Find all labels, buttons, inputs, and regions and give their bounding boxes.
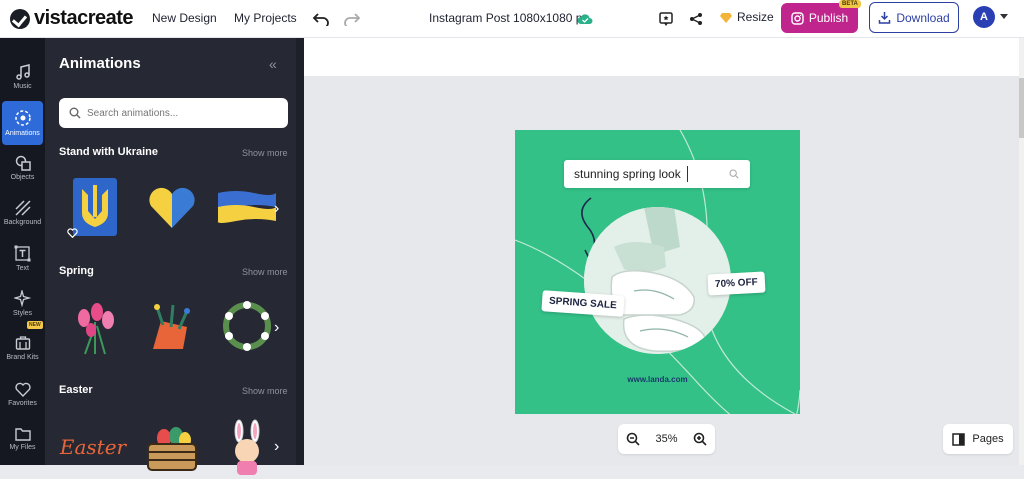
canvas-scrollbar-thumb[interactable] (1019, 78, 1024, 138)
canvas-toolbar-strip (304, 38, 1021, 76)
left-rail: Music Animations Objects Background Text… (0, 38, 45, 465)
rail-item-text[interactable]: Text (0, 236, 45, 280)
feedback-icon[interactable] (656, 9, 676, 29)
cloud-saved-icon (575, 9, 595, 29)
download-button[interactable]: Download (869, 2, 959, 33)
music-note-icon (15, 64, 30, 80)
animation-icon (14, 110, 31, 126)
panel-scrollbar[interactable] (296, 38, 304, 465)
zoom-in-icon[interactable] (693, 432, 707, 446)
rail-item-favorites[interactable]: Favorites (0, 372, 45, 416)
thumb-easter-bunny[interactable] (217, 415, 277, 479)
pages-button[interactable]: Pages (943, 424, 1013, 454)
rail-label-text: Text (16, 264, 29, 272)
thumb-ukraine-flag[interactable] (216, 175, 276, 239)
share-icon[interactable] (686, 9, 706, 29)
rail-item-styles[interactable]: Styles (0, 281, 45, 325)
next-arrow-ukraine-icon[interactable]: › (274, 200, 279, 218)
artboard-search-bar[interactable]: stunning spring look (564, 160, 750, 188)
thumb-easter-basket[interactable] (142, 415, 202, 479)
resize-label: Resize (737, 10, 774, 24)
rail-label-background: Background (3, 219, 42, 226)
zoom-out-icon[interactable] (626, 432, 640, 446)
animation-search[interactable] (59, 98, 288, 128)
panel-title: Animations (59, 55, 141, 72)
search-icon (69, 107, 81, 119)
rail-item-background[interactable]: Background (0, 191, 45, 235)
artboard[interactable]: stunning spring look SPRING SALE 70% OFF… (515, 130, 800, 414)
download-icon (879, 12, 891, 24)
artboard-search-icon (729, 169, 739, 179)
rail-label-objects: Objects (10, 174, 35, 181)
easter-lettering-text: Easter (59, 435, 127, 459)
next-arrow-easter-icon[interactable]: › (274, 438, 279, 456)
section-title-easter: Easter (59, 384, 93, 396)
rail-label-music: Music (13, 83, 32, 90)
rail-item-music[interactable]: Music (0, 55, 45, 99)
next-arrow-spring-icon[interactable]: › (274, 319, 279, 337)
instagram-icon (791, 11, 804, 25)
background-icon (14, 200, 31, 216)
zoom-control: 35% (618, 424, 715, 454)
rail-item-animations[interactable]: Animations (2, 101, 43, 145)
rail-label-favorites: Favorites (8, 399, 37, 407)
thumb-spring-tulips[interactable] (65, 294, 125, 358)
diamond-icon (720, 12, 732, 23)
discount-tag[interactable]: 70% OFF (707, 271, 766, 296)
download-label: Download (896, 10, 950, 25)
artboard-url[interactable]: www.landa.com (515, 375, 800, 384)
logo-text: vistacreate (34, 7, 134, 29)
new-design-link[interactable]: New Design (152, 11, 217, 25)
top-bar: vistacreate New Design My Projects Insta… (0, 0, 1024, 38)
avatar[interactable]: A (973, 6, 995, 28)
heart-icon (14, 382, 31, 397)
rail-label-styles: Styles (12, 309, 33, 317)
text-cursor (686, 166, 688, 182)
section-title-spring: Spring (59, 265, 94, 277)
folder-icon (14, 428, 31, 441)
animations-panel: Animations « Stand with Ukraine Show mor… (45, 38, 304, 475)
logo-mark-icon (10, 8, 30, 29)
publish-label: Publish (808, 11, 849, 25)
rail-label-my-files: My Files (9, 444, 36, 451)
zoom-level[interactable]: 35% (655, 433, 677, 445)
canvas-scrollbar[interactable] (1019, 38, 1024, 465)
artboard-search-text: stunning spring look (574, 167, 681, 181)
rail-item-my-files[interactable]: My Files (0, 417, 45, 461)
search-input[interactable] (87, 107, 277, 119)
pages-panel-icon (952, 432, 966, 446)
thumb-ukraine-heart[interactable] (142, 175, 202, 239)
beta-badge: BETA (839, 0, 861, 8)
account-menu-caret-icon[interactable] (1000, 14, 1008, 19)
rail-item-brand-kits[interactable]: Brand Kits (0, 326, 45, 370)
text-icon (14, 245, 31, 261)
show-more-spring[interactable]: Show more (242, 267, 288, 277)
section-title-ukraine: Stand with Ukraine (59, 146, 159, 158)
collapse-panel-icon[interactable]: « (269, 56, 277, 72)
logo[interactable]: vistacreate (10, 7, 134, 30)
thumb-easter-lettering[interactable]: Easter (59, 415, 127, 479)
show-more-easter[interactable]: Show more (242, 386, 288, 396)
thumb-spring-garden[interactable] (140, 294, 200, 358)
favorite-heart-icon[interactable] (65, 226, 79, 240)
pages-label: Pages (972, 433, 1004, 445)
document-title[interactable]: Instagram Post 1080x1080 px (429, 11, 588, 25)
show-more-ukraine[interactable]: Show more (242, 148, 288, 158)
resize-button[interactable]: Resize (720, 10, 774, 24)
rail-item-objects[interactable]: Objects (0, 146, 45, 190)
rail-label-animations: Animations (5, 130, 40, 137)
objects-icon (15, 155, 31, 171)
briefcase-icon (15, 336, 30, 350)
my-projects-link[interactable]: My Projects (234, 11, 297, 25)
sparkle-icon (14, 289, 31, 307)
undo-icon[interactable] (311, 9, 331, 29)
rail-label-brand-kits: Brand Kits (6, 354, 39, 361)
redo-icon[interactable] (342, 9, 362, 29)
thumb-spring-wreath[interactable] (217, 294, 277, 358)
